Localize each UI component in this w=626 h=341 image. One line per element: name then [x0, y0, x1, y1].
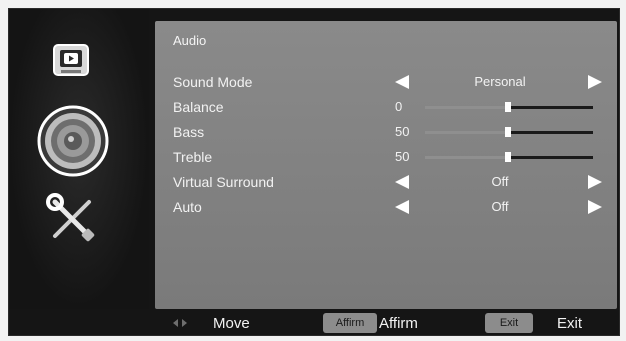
arrow-left-icon[interactable]: [395, 200, 409, 214]
balance-slider-knob[interactable]: [505, 102, 511, 112]
move-hint-label: Move: [213, 315, 250, 332]
bass-slider-knob[interactable]: [505, 127, 511, 137]
slider-ghost: [425, 106, 505, 109]
menu-row-auto[interactable]: Auto Off: [155, 194, 617, 218]
menu-row-bass[interactable]: Bass 50: [155, 119, 617, 143]
menu-row-virtual-surround[interactable]: Virtual Surround Off: [155, 169, 617, 193]
row-value: 50: [395, 124, 410, 139]
row-value: Personal: [474, 74, 526, 89]
row-value: 0: [395, 99, 403, 114]
balance-slider-track[interactable]: [505, 106, 593, 109]
arrow-right-icon[interactable]: [588, 200, 602, 214]
row-label: Sound Mode: [173, 74, 253, 90]
row-value: 50: [395, 149, 410, 164]
treble-slider-track[interactable]: [505, 156, 593, 159]
sound-speaker-icon[interactable]: [36, 104, 110, 178]
treble-slider-knob[interactable]: [505, 152, 511, 162]
arrow-right-icon[interactable]: [588, 75, 602, 89]
affirm-button[interactable]: Affirm: [323, 313, 377, 333]
slider-ghost: [425, 131, 505, 134]
arrow-left-icon[interactable]: [395, 175, 409, 189]
arrow-right-icon[interactable]: [588, 175, 602, 189]
exit-hint-label: Exit: [557, 315, 583, 332]
row-label: Treble: [173, 149, 213, 165]
arrow-left-icon[interactable]: [395, 75, 409, 89]
menu-row-treble[interactable]: Treble 50: [155, 144, 617, 168]
row-label: Balance: [173, 99, 224, 115]
row-label: Auto: [173, 199, 202, 215]
page-title: Audio: [173, 33, 207, 48]
menu-row-sound-mode[interactable]: Sound Mode Personal: [155, 69, 617, 93]
tv-screen: Audio Sound Mode Personal Balance 0 Bass…: [8, 8, 620, 336]
bass-slider-track[interactable]: [505, 131, 593, 134]
row-value: Off: [491, 199, 509, 214]
row-label: Bass: [173, 124, 205, 140]
row-label: Virtual Surround: [173, 174, 274, 190]
audio-menu-panel: Audio Sound Mode Personal Balance 0 Bass…: [155, 21, 617, 309]
footer-hints: Move Affirm Affirm Exit Exit: [155, 311, 617, 335]
slider-ghost: [425, 156, 505, 159]
picture-icon[interactable]: [51, 41, 91, 81]
move-arrows-icon: [173, 319, 187, 327]
menu-row-balance[interactable]: Balance 0: [155, 94, 617, 118]
setup-tools-icon[interactable]: [45, 192, 99, 246]
exit-button[interactable]: Exit: [485, 313, 533, 333]
affirm-hint-label: Affirm: [379, 315, 418, 332]
row-value: Off: [491, 174, 509, 189]
menu-sidebar: [9, 9, 149, 309]
